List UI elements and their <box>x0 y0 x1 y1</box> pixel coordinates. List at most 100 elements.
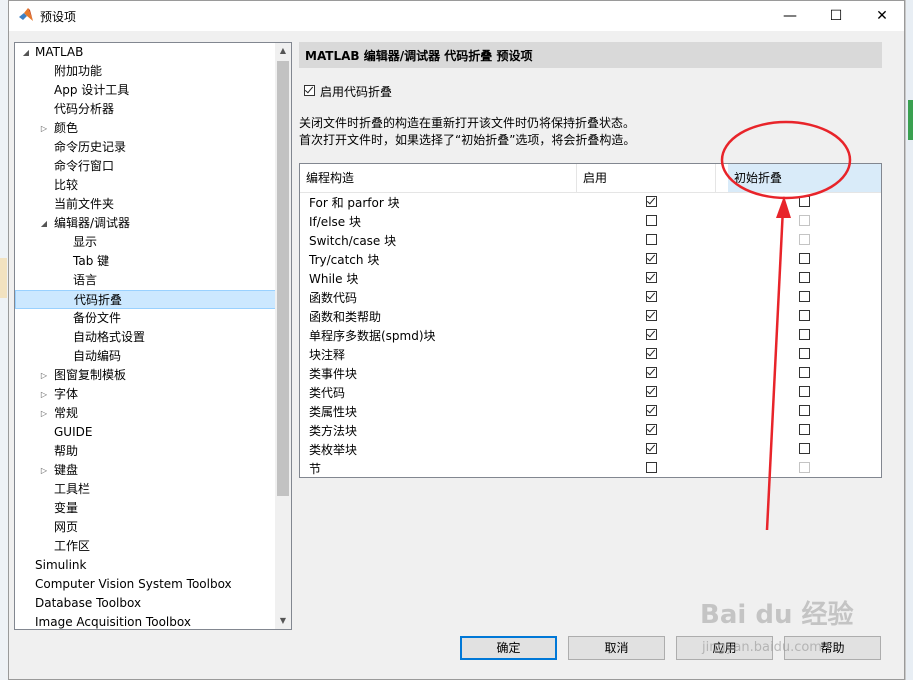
column-header-initial-fold[interactable]: 初始折叠 <box>728 164 881 192</box>
tree-item[interactable]: ▷ 颜色 <box>15 119 277 138</box>
tree-item[interactable]: 代码分析器 <box>15 100 277 119</box>
tree-item-label: 显示 <box>73 235 98 249</box>
cancel-button[interactable]: 取消 <box>568 636 665 660</box>
enable-checkbox[interactable] <box>646 386 657 397</box>
watermark-url: jingyan.baidu.com <box>702 640 822 655</box>
tree-item[interactable]: Tab 键 <box>15 252 277 271</box>
column-header-enable[interactable]: 启用 <box>577 164 716 192</box>
collapsed-arrow-icon[interactable]: ▷ <box>39 404 49 423</box>
tree-item[interactable]: ▷ 常规 <box>15 404 277 423</box>
tree-item[interactable]: 工作区 <box>15 537 277 556</box>
tree-scrollbar[interactable]: ▲ ▼ <box>275 43 291 629</box>
enable-checkbox[interactable] <box>646 253 657 264</box>
tree-item[interactable]: 比较 <box>15 176 277 195</box>
tree-item[interactable]: 变量 <box>15 499 277 518</box>
ok-button[interactable]: 确定 <box>460 636 557 660</box>
tree-item[interactable]: 帮助 <box>15 442 277 461</box>
enable-checkbox[interactable] <box>646 310 657 321</box>
tree-item[interactable]: ▷ 字体 <box>15 385 277 404</box>
enable-checkbox[interactable] <box>646 329 657 340</box>
folding-constructs-table: 编程构造 启用 初始折叠 For 和 parfor 块 If/else 块 Swit… <box>299 163 882 478</box>
enable-checkbox[interactable] <box>646 367 657 378</box>
enable-checkbox[interactable] <box>646 234 657 245</box>
enable-checkbox[interactable] <box>646 215 657 226</box>
tree-item[interactable]: 命令历史记录 <box>15 138 277 157</box>
construct-name: 函数和类帮助 <box>309 310 382 324</box>
tree-item[interactable]: ◢ MATLAB <box>15 43 277 62</box>
scroll-up-icon[interactable]: ▲ <box>275 43 291 59</box>
column-header-construct[interactable]: 编程构造 <box>300 164 577 192</box>
tree-item[interactable]: 显示 <box>15 233 277 252</box>
enable-folding-checkbox[interactable] <box>304 85 315 96</box>
initial-fold-checkbox[interactable] <box>799 367 810 378</box>
tree-item[interactable]: App 设计工具 <box>15 81 277 100</box>
initial-fold-checkbox[interactable] <box>799 310 810 321</box>
initial-fold-checkbox[interactable] <box>799 196 810 207</box>
construct-name: 类事件块 <box>309 367 358 381</box>
close-button[interactable]: ✕ <box>859 1 905 31</box>
tree-item[interactable]: GUIDE <box>15 423 277 442</box>
tree-item[interactable]: 备份文件 <box>15 309 277 328</box>
scroll-thumb[interactable] <box>277 61 289 496</box>
tree-item-label: Simulink <box>35 558 87 572</box>
tree-item[interactable]: 当前文件夹 <box>15 195 277 214</box>
construct-name: Try/catch 块 <box>309 253 380 267</box>
tree-item[interactable]: Simulink <box>15 556 277 575</box>
enable-checkbox[interactable] <box>646 405 657 416</box>
initial-fold-checkbox[interactable] <box>799 424 810 435</box>
tree-item-label: 代码折叠 <box>74 293 123 307</box>
initial-fold-checkbox[interactable] <box>799 443 810 454</box>
tree-item[interactable]: ◢ 编辑器/调试器 <box>15 214 277 233</box>
initial-fold-checkbox[interactable] <box>799 272 810 283</box>
tree-item[interactable]: Database Toolbox <box>15 594 277 613</box>
tree-item-label: 帮助 <box>54 444 79 458</box>
tree-item[interactable]: 代码折叠 <box>15 290 277 309</box>
title-bar[interactable]: 预设项 — ☐ ✕ <box>9 1 904 31</box>
initial-fold-checkbox[interactable] <box>799 253 810 264</box>
enable-checkbox[interactable] <box>646 348 657 359</box>
enable-checkbox[interactable] <box>646 291 657 302</box>
tree-item[interactable]: ▷ 键盘 <box>15 461 277 480</box>
initial-fold-checkbox <box>799 462 810 473</box>
tree-item[interactable]: 工具栏 <box>15 480 277 499</box>
description-line-1: 关闭文件时折叠的构造在重新打开该文件时仍将保持折叠状态。 <box>299 116 636 130</box>
construct-name: For 和 parfor 块 <box>309 196 400 210</box>
tree-item[interactable]: Image Acquisition Toolbox <box>15 613 277 629</box>
initial-fold-checkbox[interactable] <box>799 405 810 416</box>
tree-item[interactable]: ▷ 图窗复制模板 <box>15 366 277 385</box>
collapsed-arrow-icon[interactable]: ▷ <box>39 461 49 480</box>
tree-item-label: 备份文件 <box>73 311 122 325</box>
enable-checkbox[interactable] <box>646 443 657 454</box>
collapsed-arrow-icon[interactable]: ▷ <box>39 119 49 138</box>
enable-folding-label[interactable]: 启用代码折叠 <box>320 83 392 100</box>
table-row: 函数代码 <box>300 287 881 306</box>
tree-item-label: 编辑器/调试器 <box>54 216 131 230</box>
minimize-button[interactable]: — <box>767 1 813 31</box>
tree-item[interactable]: 命令行窗口 <box>15 157 277 176</box>
expanded-arrow-icon[interactable]: ◢ <box>39 214 49 233</box>
tree-item[interactable]: 网页 <box>15 518 277 537</box>
enable-checkbox[interactable] <box>646 424 657 435</box>
enable-checkbox[interactable] <box>646 462 657 473</box>
tree-item[interactable]: 自动编码 <box>15 347 277 366</box>
table-row: While 块 <box>300 268 881 287</box>
background-app-right <box>905 0 913 680</box>
initial-fold-checkbox[interactable] <box>799 329 810 340</box>
initial-fold-checkbox[interactable] <box>799 386 810 397</box>
expanded-arrow-icon[interactable]: ◢ <box>21 43 31 62</box>
tree-item[interactable]: Computer Vision System Toolbox <box>15 575 277 594</box>
tree-item-label: 命令行窗口 <box>54 159 115 173</box>
tree-item-label: 工具栏 <box>54 482 91 496</box>
enable-checkbox[interactable] <box>646 196 657 207</box>
tree-item[interactable]: 自动格式设置 <box>15 328 277 347</box>
tree-item[interactable]: 附加功能 <box>15 62 277 81</box>
initial-fold-checkbox[interactable] <box>799 348 810 359</box>
enable-checkbox[interactable] <box>646 272 657 283</box>
preferences-tree[interactable]: ◢ MATLAB 附加功能 App 设计工具 代码分析器 ▷ 颜色 命令历史记录命令行窗口比较… <box>14 42 292 630</box>
collapsed-arrow-icon[interactable]: ▷ <box>39 366 49 385</box>
scroll-down-icon[interactable]: ▼ <box>275 613 291 629</box>
tree-item[interactable]: 语言 <box>15 271 277 290</box>
initial-fold-checkbox[interactable] <box>799 291 810 302</box>
collapsed-arrow-icon[interactable]: ▷ <box>39 385 49 404</box>
maximize-button[interactable]: ☐ <box>813 1 859 31</box>
